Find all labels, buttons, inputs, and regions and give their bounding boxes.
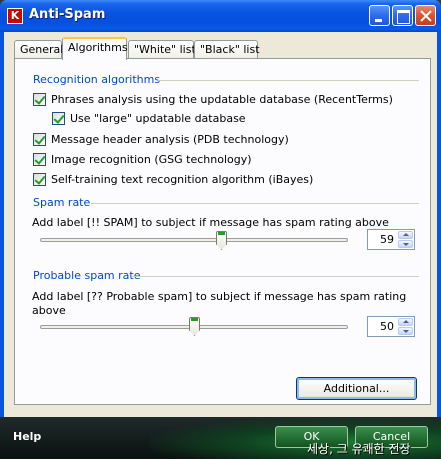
maximize-button[interactable] — [392, 5, 413, 26]
tab-algorithms[interactable]: Algorithms — [62, 37, 128, 60]
checkbox-ibayes[interactable] — [33, 173, 46, 186]
spam-rate-heading: Spam rate — [33, 196, 91, 209]
tab-black-list[interactable]: "Black" list — [194, 40, 260, 59]
checkbox-row-ibayes[interactable]: Self-training text recognition algorithm… — [33, 173, 313, 186]
tab-white-list[interactable]: "White" list — [128, 40, 196, 59]
checkbox-row-phrases-analysis[interactable]: Phrases analysis using the updatable dat… — [33, 93, 393, 106]
checkbox-row-header-analysis[interactable]: Message header analysis (PDB technology) — [33, 133, 289, 146]
spin-down-arrow-icon[interactable] — [398, 327, 413, 335]
checkbox-large-database[interactable] — [52, 112, 65, 125]
recognition-group-heading: Recognition algorithms — [33, 73, 161, 86]
minimize-button[interactable] — [369, 5, 390, 26]
spam-rate-description: Add label [!! SPAM] to subject if messag… — [32, 216, 389, 229]
probable-spam-spinbox[interactable]: 50 — [367, 316, 415, 337]
group-divider — [91, 203, 419, 204]
checkbox-label: Use "large" updatable database — [70, 112, 246, 125]
spin-arrows — [398, 318, 413, 335]
probable-spam-value[interactable]: 50 — [368, 320, 398, 333]
anti-spam-window: K Anti-Spam General Algorithms "White" l… — [0, 0, 441, 459]
spam-rate-spinbox[interactable]: 59 — [367, 229, 415, 250]
tab-general[interactable]: General — [14, 40, 63, 59]
checkbox-row-large-database[interactable]: Use "large" updatable database — [52, 112, 246, 125]
spin-down-arrow-icon[interactable] — [398, 240, 413, 248]
probable-spam-description-line2: above — [32, 304, 66, 317]
help-link[interactable]: Help — [13, 430, 41, 443]
spin-up-arrow-icon[interactable] — [398, 318, 413, 326]
probable-spam-rate-heading: Probable spam rate — [33, 269, 141, 282]
title-bar[interactable]: K Anti-Spam — [0, 0, 441, 32]
checkbox-header-analysis[interactable] — [33, 133, 46, 146]
group-divider — [158, 80, 419, 81]
probable-spam-slider-thumb[interactable] — [189, 317, 200, 336]
spin-up-arrow-icon[interactable] — [398, 231, 413, 239]
checkbox-row-image-recognition[interactable]: Image recognition (GSG technology) — [33, 153, 252, 166]
watermark-text: 세상, 그 유쾌한 전장 — [307, 442, 411, 456]
checkbox-label: Image recognition (GSG technology) — [51, 153, 252, 166]
probable-spam-description-line1: Add label [?? Probable spam] to subject … — [32, 290, 407, 303]
spam-rate-value[interactable]: 59 — [368, 233, 398, 246]
window-title: Anti-Spam — [29, 7, 106, 22]
checkbox-label: Self-training text recognition algorithm… — [51, 173, 314, 186]
spam-rate-slider-track[interactable] — [40, 238, 348, 242]
close-button[interactable] — [415, 5, 436, 26]
group-divider — [132, 276, 419, 277]
kaspersky-logo-icon: K — [7, 8, 23, 24]
spin-arrows — [398, 231, 413, 248]
algorithms-panel: Recognition algorithms Phrases analysis … — [14, 58, 431, 405]
checkbox-label: Phrases analysis using the updatable dat… — [51, 93, 393, 106]
dialog-client-area: General Algorithms "White" list "Black" … — [4, 32, 437, 417]
spam-rate-slider-thumb[interactable] — [216, 231, 227, 250]
checkbox-label: Message header analysis (PDB technology) — [51, 133, 289, 146]
checkbox-image-recognition[interactable] — [33, 153, 46, 166]
additional-button[interactable]: Additional... — [296, 377, 417, 400]
checkbox-phrases-analysis[interactable] — [33, 93, 46, 106]
